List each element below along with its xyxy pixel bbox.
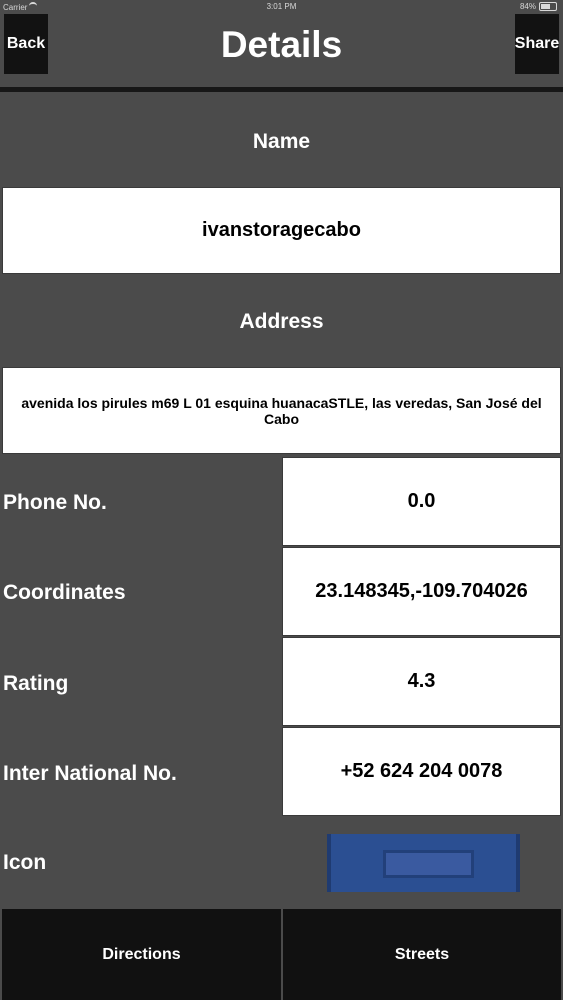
status-time: 3:01 PM: [266, 2, 297, 11]
place-icon: [327, 834, 520, 892]
international-number-label: Inter National No.: [3, 762, 177, 785]
directions-button[interactable]: Directions: [2, 909, 281, 1000]
nav-bar: Back Details Share: [0, 14, 563, 88]
status-bar: Carrier 3:01 PM 84%: [0, 0, 563, 14]
name-label: Name: [252, 130, 311, 153]
page-title: Details: [220, 24, 343, 65]
place-icon-inner: [383, 850, 474, 878]
address-label: Address: [239, 310, 324, 333]
streets-button[interactable]: Streets: [283, 909, 561, 1000]
phone-value: 0.0: [282, 457, 561, 546]
international-number-value: +52 624 204 0078: [282, 727, 561, 816]
rating-label: Rating: [3, 672, 69, 695]
share-button[interactable]: Share: [515, 14, 559, 74]
nav-divider: [0, 87, 563, 92]
coordinates-value: 23.148345,-109.704026: [282, 547, 561, 636]
rating-value: 4.3: [282, 637, 561, 726]
name-value: ivanstoragecabo: [2, 187, 561, 274]
address-value: avenida los pirules m69 L 01 esquina hua…: [2, 367, 561, 454]
icon-label: Icon: [3, 851, 47, 874]
coordinates-label: Coordinates: [3, 581, 126, 604]
battery-icon: [539, 2, 557, 11]
battery-indicator: 84%: [520, 2, 557, 11]
phone-label: Phone No.: [3, 491, 107, 514]
battery-percent: 84%: [519, 2, 536, 11]
